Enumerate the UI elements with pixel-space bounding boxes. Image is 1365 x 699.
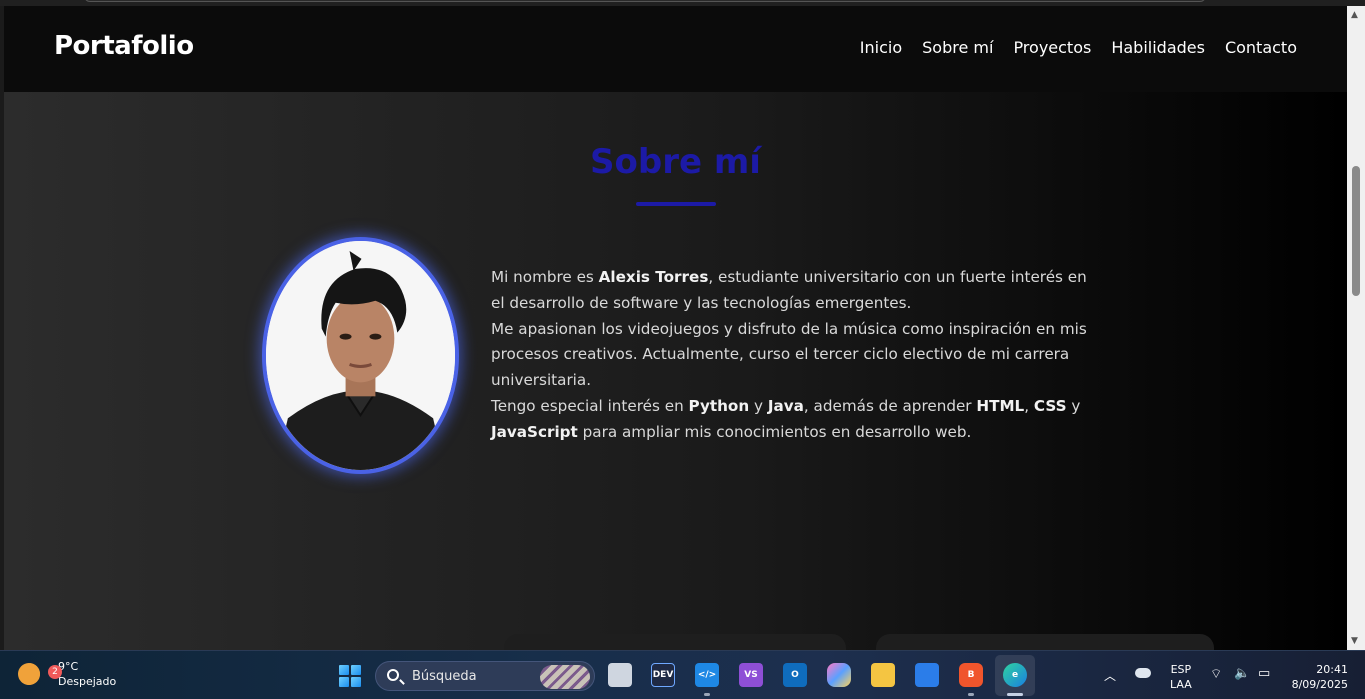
wifi-icon[interactable]: ⌔ xyxy=(1210,666,1222,682)
running-indicator xyxy=(704,693,710,696)
cloud-icon[interactable] xyxy=(1135,668,1151,678)
clock[interactable]: 20:41 8/09/2025 xyxy=(1286,662,1348,692)
task-view-icon[interactable] xyxy=(608,663,632,687)
scrollbar[interactable]: ▲ ▼ xyxy=(1347,6,1365,650)
brand-logo[interactable]: Portafolio xyxy=(54,31,194,61)
about-text-segment: Tengo especial interés en xyxy=(491,396,689,415)
about-text-segment: Me apasionan los videojuegos y disfruto … xyxy=(491,319,1087,390)
skill-css: CSS xyxy=(1033,396,1067,415)
temperature: 9°C xyxy=(58,660,79,673)
about-text-segment: Mi nombre es xyxy=(491,268,599,286)
store-icon[interactable] xyxy=(915,663,939,687)
running-indicator xyxy=(1007,693,1023,696)
chevron-up-icon[interactable]: ︿ xyxy=(1104,667,1116,684)
nav-link-habilidades[interactable]: Habilidades xyxy=(1111,38,1205,57)
outlook-icon[interactable]: O xyxy=(783,663,807,687)
search-highlight-image xyxy=(540,665,590,689)
weather-text: 9°C Despejado xyxy=(58,659,116,689)
start-icon[interactable] xyxy=(339,665,361,687)
project-card xyxy=(876,634,1214,650)
taskbar: 2 9°C Despejado Búsqueda DEV </> VS O B … xyxy=(0,650,1365,699)
title-underline xyxy=(636,202,716,206)
notification-badge: 2 xyxy=(48,665,62,679)
moon-icon xyxy=(18,663,40,685)
skill-html: HTML xyxy=(976,396,1025,415)
nav-link-proyectos[interactable]: Proyectos xyxy=(1013,38,1091,57)
nav-link-contacto[interactable]: Contacto xyxy=(1225,38,1297,57)
about-text-segment: y xyxy=(749,396,768,415)
nav-link-sobre-mi[interactable]: Sobre mí xyxy=(922,38,993,57)
volume-icon[interactable]: 🔈 xyxy=(1234,666,1250,681)
vscode-icon[interactable]: </> xyxy=(695,663,719,687)
about-text-segment: , además de aprender xyxy=(803,396,977,415)
input-language[interactable]: ESP LAA xyxy=(1170,662,1192,692)
profile-photo xyxy=(262,237,459,474)
visual-studio-icon[interactable]: VS xyxy=(739,663,763,687)
address-bar[interactable] xyxy=(84,0,1206,2)
date: 8/09/2025 xyxy=(1291,678,1348,691)
nav-link-inicio[interactable]: Inicio xyxy=(860,38,902,57)
dev-home-icon[interactable]: DEV xyxy=(651,663,675,687)
taskbar-search[interactable]: Búsqueda xyxy=(375,661,595,691)
time: 20:41 xyxy=(1316,663,1348,676)
scroll-down-icon[interactable]: ▼ xyxy=(1351,636,1358,646)
keyboard-layout: LAA xyxy=(1170,678,1192,691)
language-code: ESP xyxy=(1170,663,1192,676)
battery-icon[interactable]: ▭ xyxy=(1258,666,1270,681)
edge-icon[interactable]: e xyxy=(1003,663,1027,687)
section-title: Sobre mí xyxy=(590,142,761,182)
skill-javascript: JavaScript xyxy=(491,422,578,441)
scroll-up-icon[interactable]: ▲ xyxy=(1351,10,1358,20)
about-text-segment: para ampliar mis conocimientos en desarr… xyxy=(577,422,972,441)
name-highlight: Alexis Torres xyxy=(598,268,709,286)
nav-links: Inicio Sobre mí Proyectos Habilidades Co… xyxy=(860,38,1297,57)
project-card xyxy=(504,634,846,650)
copilot-icon[interactable] xyxy=(827,663,851,687)
page-viewport: Portafolio Inicio Sobre mí Proyectos Hab… xyxy=(4,6,1347,650)
search-placeholder: Búsqueda xyxy=(412,669,477,684)
skill-java: Java xyxy=(767,396,804,415)
navbar: Portafolio Inicio Sobre mí Proyectos Hab… xyxy=(4,6,1347,92)
about-text-segment: , xyxy=(1024,396,1034,415)
weather-widget[interactable]: 2 9°C Despejado xyxy=(18,659,116,689)
about-text: Mi nombre es Alexis Torres, estudiante u… xyxy=(491,265,1096,446)
scrollbar-thumb[interactable] xyxy=(1352,166,1360,296)
brave-icon[interactable]: B xyxy=(959,663,983,687)
about-text-segment: y xyxy=(1066,396,1081,415)
weather-condition: Despejado xyxy=(58,675,117,688)
search-icon xyxy=(387,669,399,681)
running-indicator xyxy=(968,693,974,696)
file-explorer-icon[interactable] xyxy=(871,663,895,687)
skill-python: Python xyxy=(688,396,750,415)
